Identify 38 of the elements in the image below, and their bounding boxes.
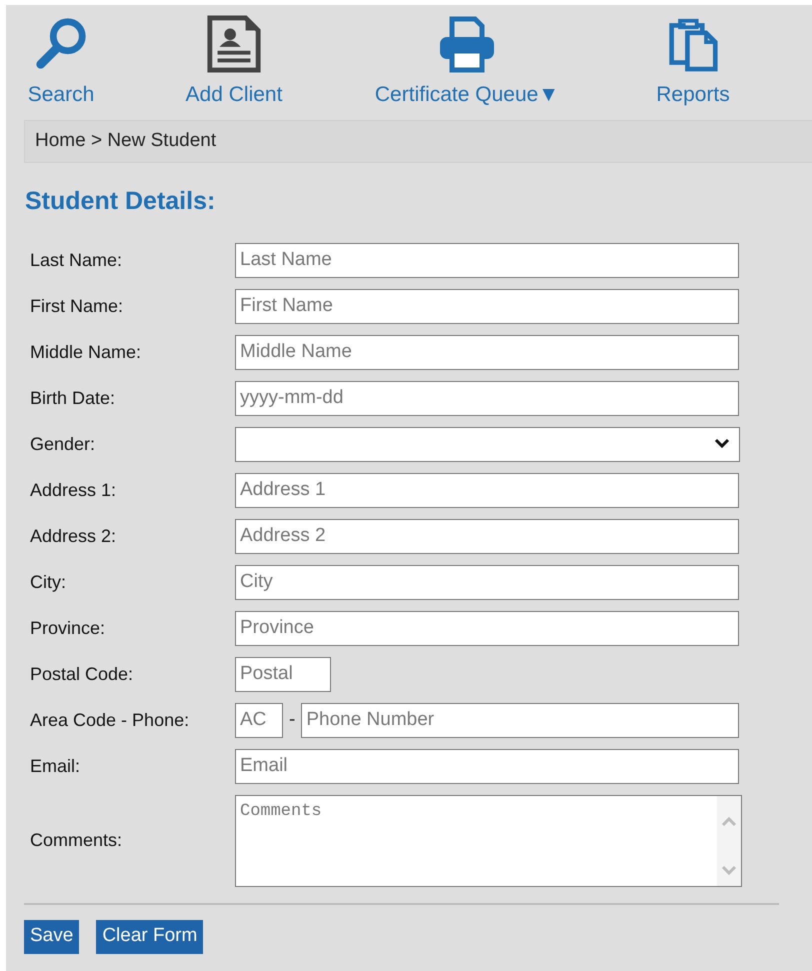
form-button[interactable]: Clear Form [96,920,204,954]
input-field[interactable]: Province [235,610,739,646]
input-field[interactable]: Address 1 [235,472,739,508]
dash-separator: - [289,708,296,732]
input-field[interactable]: Address 2 [235,518,739,554]
input-field[interactable]: Last Name [235,242,739,278]
input-field[interactable]: City [235,564,739,600]
field-label: Province: [30,616,106,640]
input-field[interactable]: Phone Number [301,702,740,738]
printer-icon[interactable] [437,15,497,73]
id-card-icon[interactable] [206,15,262,73]
field-label: Postal Code: [30,662,134,686]
field-label: Area Code - Phone: [30,708,190,732]
field-label: Gender: [30,432,96,456]
field-label: Address 1: [30,478,118,502]
input-field[interactable]: First Name [235,288,739,324]
toolbar-link[interactable]: Add Client [186,79,282,110]
dropdown-field[interactable] [235,426,740,462]
field-label: Address 2: [30,524,118,548]
field-label: Last Name: [30,248,124,272]
field-label: Middle Name: [30,340,142,364]
chevron-down-icon[interactable] [714,438,730,448]
form-button[interactable]: Save [24,920,80,954]
input-field[interactable]: yyyy-mm-dd [235,380,739,416]
input-field[interactable]: Middle Name [235,334,739,370]
input-field[interactable]: Email [235,748,739,784]
field-label: First Name: [30,294,124,318]
toolbar-link[interactable]: Certificate Queue▼ [374,79,560,110]
field-label: Email: [30,754,82,778]
field-label: City: [30,570,67,594]
input-field[interactable]: AC [235,702,283,738]
field-label: Comments: [30,829,124,852]
input-field[interactable]: Postal [235,656,331,692]
breadcrumb: Home > New Student [24,120,812,163]
field-label: Birth Date: [30,386,116,410]
toolbar-link[interactable]: Search [28,79,94,110]
section-heading: Student Details: [25,186,216,217]
toolbar-link[interactable]: Reports [656,79,730,110]
